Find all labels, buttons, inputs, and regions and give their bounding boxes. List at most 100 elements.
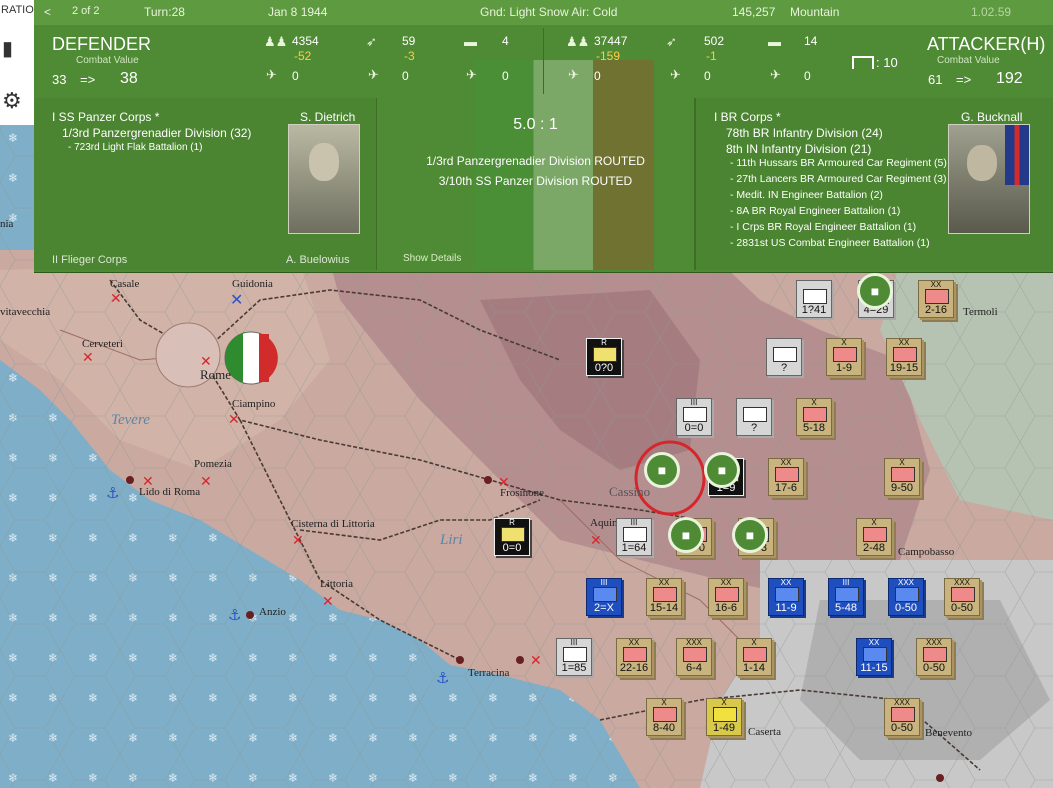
unit-counter[interactable]: III 2=X	[586, 578, 622, 616]
unit-counter[interactable]: R 0=0	[494, 518, 530, 556]
attacker-men-loss: -159	[596, 49, 621, 63]
unit-counter[interactable]: ?	[766, 338, 802, 376]
unit-counter[interactable]: XX 17-6	[768, 458, 804, 496]
unit-strength: 22-16	[619, 662, 649, 674]
svg-text:✕: ✕	[110, 291, 122, 307]
unit-counter[interactable]: XXX 0-50	[884, 698, 920, 736]
river-tevere: Tevere	[111, 412, 150, 428]
unit-size: XX	[930, 280, 942, 289]
unit-size: III	[690, 398, 698, 407]
town-ciampino: Ciampino	[232, 398, 276, 410]
unit-strength: 1-9	[836, 362, 852, 374]
unit-type-icon	[653, 707, 677, 722]
unit-strength: 19-15	[889, 362, 919, 374]
defender-guns-loss: -3	[404, 49, 415, 63]
unit-counter[interactable]: X 1-14	[736, 638, 772, 676]
chart-icon[interactable]: ▮	[2, 36, 13, 61]
unit-counter[interactable]: XX 16-6	[708, 578, 744, 616]
unit-strength: 1=64	[621, 542, 647, 554]
unit-type-icon	[715, 587, 739, 602]
unit-counter[interactable]: R 0?0	[586, 338, 622, 376]
def-unit-1: - 723rd Light Flak Battalion (1)	[68, 142, 203, 153]
unit-strength: 1?41	[801, 304, 827, 316]
back-button[interactable]: <	[44, 5, 51, 19]
att-bomber-icon: ✈	[670, 67, 681, 82]
unit-counter[interactable]: X 8-40	[646, 698, 682, 736]
portrait-face	[309, 143, 339, 181]
unit-counter[interactable]: XX 2-16	[918, 280, 954, 318]
unit-counter[interactable]: III 0=0	[676, 398, 712, 436]
defender-cv-label: Combat Value	[76, 55, 139, 66]
unit-type-icon	[653, 587, 677, 602]
bridge-icon	[852, 56, 874, 69]
tank-marker-3[interactable]: ■	[704, 452, 740, 488]
tank-marker-5[interactable]: ■	[732, 517, 768, 553]
unit-type-icon	[563, 647, 587, 662]
unit-counter[interactable]: XXX 6-4	[676, 638, 712, 676]
unit-counter[interactable]: XXX 0-50	[944, 578, 980, 616]
unit-strength: ?	[750, 422, 758, 434]
unit-type-icon	[593, 347, 617, 362]
unit-type-icon	[501, 527, 525, 542]
svg-text:✕: ✕	[292, 533, 304, 549]
att-corps-name: I BR Corps *	[714, 110, 781, 124]
unit-counter[interactable]: XX 19-15	[886, 338, 922, 376]
unit-strength: 6-4	[686, 662, 702, 674]
unit-size: X	[721, 698, 727, 707]
unit-counter[interactable]: XX 11-9	[768, 578, 804, 616]
tank-marker-1[interactable]: ■	[857, 273, 893, 309]
unit-strength: 0?0	[594, 362, 614, 374]
unit-counter[interactable]: X 5-18	[796, 398, 832, 436]
result-box: 5.0 : 1 1/3rd Panzergrenadier Division R…	[377, 98, 695, 270]
tank-marker-2[interactable]: ■	[644, 452, 680, 488]
unit-size: XX	[780, 578, 792, 587]
unit-counter[interactable]: III 1=85	[556, 638, 592, 676]
unit-counter[interactable]: 1?41	[796, 280, 832, 318]
unit-counter[interactable]: X 2-48	[856, 518, 892, 556]
tank-marker-4[interactable]: ■	[668, 517, 704, 553]
unit-size: R	[601, 338, 607, 347]
att-leader-portrait	[948, 124, 1030, 234]
unit-type-icon	[863, 527, 887, 542]
def-corps-name: I SS Panzer Corps *	[52, 110, 160, 124]
edge-label-nia: nia	[0, 218, 14, 230]
unit-type-icon	[623, 527, 647, 542]
unit-counter[interactable]: XX 15-14	[646, 578, 682, 616]
unit-counter[interactable]: III 1=64	[616, 518, 652, 556]
def-corps-leader: S. Dietrich	[300, 110, 356, 124]
unit-counter[interactable]: X 1-49	[706, 698, 742, 736]
attacker-men: 37447	[594, 34, 628, 48]
unit-counter[interactable]: XX 22-16	[616, 638, 652, 676]
unit-counter[interactable]: X 9-50	[884, 458, 920, 496]
combat-topbar: < 2 of 2 Turn:28 Jan 8 1944 Gnd: Light S…	[34, 0, 1053, 25]
weather-label: Gnd: Light Snow Air: Cold	[480, 5, 618, 19]
combat-odds: 5.0 : 1	[513, 116, 558, 133]
def-cut-line: II Flieger Corps	[52, 254, 128, 266]
att-division-1: 8th IN Infantry Division (21)	[726, 142, 872, 156]
svg-text:✕: ✕	[530, 653, 542, 669]
unit-type-icon	[775, 467, 799, 482]
unit-counter[interactable]: XX 11-15	[856, 638, 892, 676]
unit-size: X	[661, 698, 667, 707]
show-details-link[interactable]: Show Details	[403, 253, 461, 264]
attacker-air2: 0	[704, 69, 711, 83]
version-label: 1.02.59	[971, 5, 1012, 19]
unit-type-icon	[803, 407, 827, 422]
unit-counter[interactable]: XXX 0-50	[888, 578, 924, 616]
att-fighter-icon: ✈	[568, 67, 579, 82]
unit-type-icon	[835, 587, 859, 602]
unit-counter[interactable]: ?	[736, 398, 772, 436]
uk-flag-icon	[1005, 125, 1029, 185]
unit-type-icon	[891, 707, 915, 722]
transport-icon: ✈	[466, 67, 477, 82]
unit-counter[interactable]: X 1-9	[826, 338, 862, 376]
attacker-cv-arrow: =>	[956, 72, 972, 87]
attacker-tanks: 14	[804, 34, 818, 48]
attacker-guns: 502	[704, 34, 725, 48]
unit-counter[interactable]: XXX 0-50	[916, 638, 952, 676]
gear-icon[interactable]: ⚙	[2, 88, 22, 114]
result-line-1: 3/10th SS Panzer Division ROUTED	[438, 174, 633, 188]
attacker-bridge-count: : 10	[876, 55, 898, 70]
att-gun-icon: ➶	[666, 34, 677, 49]
unit-counter[interactable]: III 5-48	[828, 578, 864, 616]
